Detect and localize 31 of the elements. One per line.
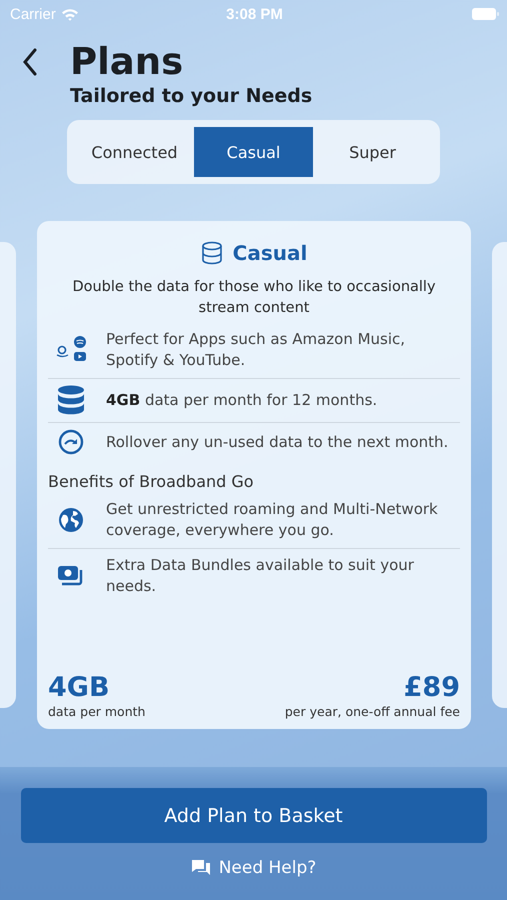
data-caption: data per month (48, 704, 146, 719)
database-icon (57, 385, 85, 415)
battery-icon (472, 8, 499, 20)
globe-icon (58, 507, 84, 533)
bundles-icon (57, 564, 85, 588)
wifi-icon (60, 8, 79, 20)
status-time: 3:08 PM (226, 6, 283, 22)
rollover-icon (58, 429, 84, 455)
feature-text: Perfect for Apps such as Amazon Music, Spotify & YouTube. (106, 329, 406, 371)
data-amount: 4GB (48, 672, 111, 704)
add-to-basket-button[interactable]: Add Plan to Basket (20, 788, 486, 843)
feature-text: Extra Data Bundles available to suit your needs. (106, 555, 415, 597)
plan-name: Casual (232, 241, 308, 265)
feature-text: 4GB data per month for 12 months. (106, 390, 378, 410)
plan-tab[interactable]: Connected (75, 127, 194, 177)
chat-icon (190, 859, 211, 877)
plan-tab[interactable]: Super (313, 127, 432, 177)
page-subtitle: Tailored to your Needs (70, 85, 312, 107)
plan-price: £89 (404, 672, 460, 704)
need-help-link[interactable]: Need Help? (184, 857, 322, 879)
plan-tab[interactable]: Casual (194, 127, 313, 177)
back-button[interactable] (22, 48, 38, 76)
price-caption: per year, one-off annual fee (284, 704, 460, 719)
back-icon (22, 48, 38, 76)
page-title: Plans (70, 40, 184, 84)
feature-text: Get unrestricted roaming and Multi-Network coverage, everywhere you go. (106, 499, 439, 541)
plan-description: Double the data for those who like to occasionally stream content (71, 278, 437, 318)
benefits-heading: Benefits of Broadband Go (48, 472, 255, 491)
feature-text: Rollover any un-used data to the next month. (106, 432, 448, 452)
database-icon (200, 241, 223, 265)
carrier-name: Carrier (10, 6, 56, 22)
